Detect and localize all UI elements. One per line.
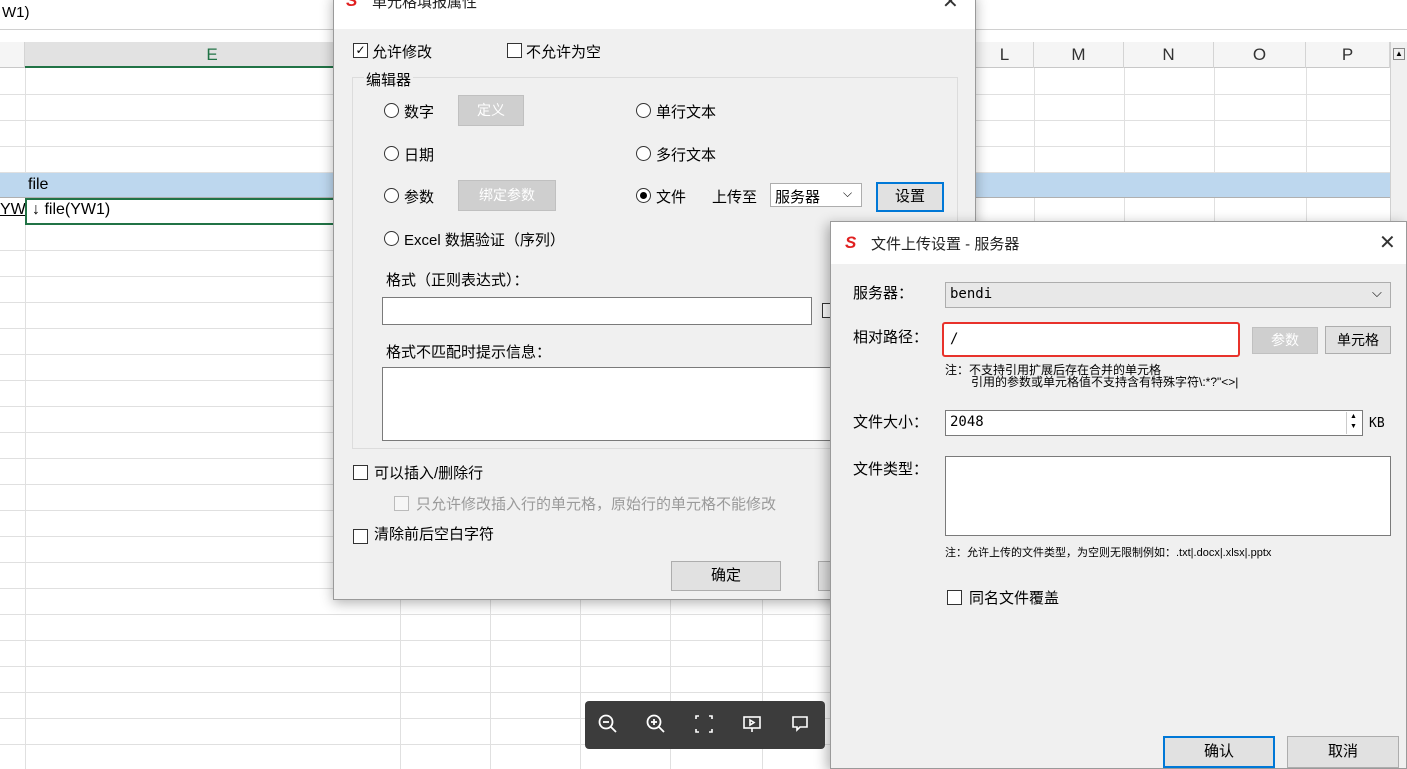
- column-header-l[interactable]: L: [976, 42, 1034, 68]
- image-viewer-toolbar: [585, 701, 825, 749]
- insert-delete-checkbox[interactable]: [353, 465, 368, 480]
- upload-target-value: 服务器: [775, 189, 821, 206]
- app-logo-icon: S: [346, 0, 358, 10]
- radio-multi-text[interactable]: [636, 146, 651, 161]
- radio-file-label: 文件: [656, 189, 687, 206]
- file-size-unit: KB: [1369, 416, 1385, 431]
- column-header-d[interactable]: [0, 42, 25, 68]
- format-label: 格式（正则表达式）：: [386, 272, 529, 289]
- file-type-label: 文件类型：: [853, 461, 929, 478]
- radio-file[interactable]: [636, 188, 651, 203]
- param-button[interactable]: 参数: [1252, 327, 1318, 354]
- dialog2-titlebar[interactable]: S 文件上传设置 - 服务器 ✕: [831, 222, 1406, 264]
- relative-path-input[interactable]: /: [942, 322, 1240, 357]
- allow-edit-label: 允许修改: [372, 44, 433, 61]
- cell-left-fragment: YW: [0, 201, 26, 218]
- file-size-input[interactable]: 2048 ▲ ▼: [945, 410, 1363, 436]
- mismatch-label: 格式不匹配时提示信息：: [386, 344, 552, 361]
- mismatch-message-input[interactable]: [382, 367, 842, 441]
- dialog-title: 单元格填报属性: [372, 0, 478, 11]
- radio-param-label: 参数: [404, 189, 435, 206]
- radio-multi-text-label: 多行文本: [656, 147, 717, 164]
- trim-blank-checkbox[interactable]: [353, 529, 368, 544]
- confirm-button[interactable]: 确认: [1163, 736, 1275, 768]
- radio-date-label: 日期: [404, 147, 435, 164]
- upload-to-label: 上传至: [712, 189, 758, 206]
- scroll-up-icon[interactable]: ▲: [1393, 48, 1405, 60]
- relative-path-label: 相对路径：: [853, 329, 929, 346]
- radio-excel-validation-label: Excel 数据验证（序列）: [404, 232, 565, 249]
- path-note-line2: 引用的参数或单元格值不支持含有特殊字符\:*?"<>|: [971, 375, 1239, 389]
- overwrite-checkbox[interactable]: [947, 590, 962, 605]
- file-type-input[interactable]: [945, 456, 1391, 536]
- define-button[interactable]: 定义: [458, 95, 524, 126]
- radio-date[interactable]: [384, 146, 399, 161]
- column-header-n[interactable]: N: [1124, 42, 1214, 68]
- bind-param-button[interactable]: 绑定参数: [458, 180, 556, 211]
- column-header-o[interactable]: O: [1214, 42, 1306, 68]
- spinner-icon[interactable]: ▲ ▼: [1346, 412, 1360, 434]
- insert-delete-label: 可以插入/删除行: [374, 465, 484, 482]
- editor-group-label: 编辑器: [364, 69, 414, 90]
- fit-screen-icon[interactable]: [691, 713, 717, 737]
- not-null-checkbox[interactable]: [507, 43, 522, 58]
- slideshow-icon[interactable]: [739, 713, 765, 737]
- settings-button[interactable]: 设置: [876, 182, 944, 212]
- column-header-p[interactable]: P: [1306, 42, 1390, 68]
- server-value: bendi: [950, 286, 993, 302]
- cell-button[interactable]: 单元格: [1325, 326, 1391, 354]
- chevron-down-icon: ⌵: [843, 186, 853, 200]
- cell-file-text: file: [28, 176, 49, 193]
- close-icon[interactable]: ✕: [942, 0, 959, 14]
- radio-single-text-label: 单行文本: [656, 104, 717, 121]
- active-cell-text: ↓ file(YW1): [32, 201, 111, 218]
- insert-only-checkbox[interactable]: [394, 496, 409, 511]
- file-upload-settings-dialog: S 文件上传设置 - 服务器 ✕ 服务器： bendi ⌵ 相对路径： / 参数…: [830, 221, 1407, 769]
- radio-number-label: 数字: [404, 104, 435, 121]
- file-size-value: 2048: [950, 414, 984, 430]
- comment-icon[interactable]: [787, 713, 813, 737]
- not-null-label: 不允许为空: [526, 44, 602, 61]
- server-select[interactable]: bendi ⌵: [945, 282, 1391, 308]
- file-type-note: 注：允许上传的文件类型，为空则无限制例如：.txt|.docx|.xlsx|.p…: [945, 547, 1272, 559]
- cancel-button[interactable]: 取消: [1287, 736, 1399, 768]
- radio-excel-validation[interactable]: [384, 231, 399, 246]
- chevron-down-icon: ⌵: [1372, 285, 1382, 300]
- radio-param[interactable]: [384, 188, 399, 203]
- relative-path-value: /: [950, 331, 959, 347]
- column-header-m[interactable]: M: [1034, 42, 1124, 68]
- upload-target-select[interactable]: 服务器 ⌵: [770, 183, 862, 207]
- formula-text: W1): [2, 4, 30, 21]
- insert-only-label: 只允许修改插入行的单元格，原始行的单元格不能修改: [416, 496, 777, 513]
- app-logo-icon: S: [845, 233, 857, 252]
- radio-single-text[interactable]: [636, 103, 651, 118]
- file-size-label: 文件大小：: [853, 414, 929, 431]
- radio-number[interactable]: [384, 103, 399, 118]
- ok-button[interactable]: 确定: [671, 561, 781, 591]
- server-label: 服务器：: [853, 285, 914, 302]
- dialog2-title: 文件上传设置 - 服务器: [871, 236, 1020, 253]
- dialog-titlebar[interactable]: S 单元格填报属性 ✕: [334, 0, 975, 29]
- trim-blank-label: 清除前后空白字符: [374, 526, 495, 543]
- allow-edit-checkbox[interactable]: ✓: [353, 43, 368, 58]
- zoom-in-icon[interactable]: [643, 713, 669, 737]
- zoom-out-icon[interactable]: [595, 713, 621, 737]
- overwrite-label: 同名文件覆盖: [969, 590, 1060, 607]
- format-regex-input[interactable]: [382, 297, 812, 325]
- close-icon[interactable]: ✕: [1379, 230, 1396, 255]
